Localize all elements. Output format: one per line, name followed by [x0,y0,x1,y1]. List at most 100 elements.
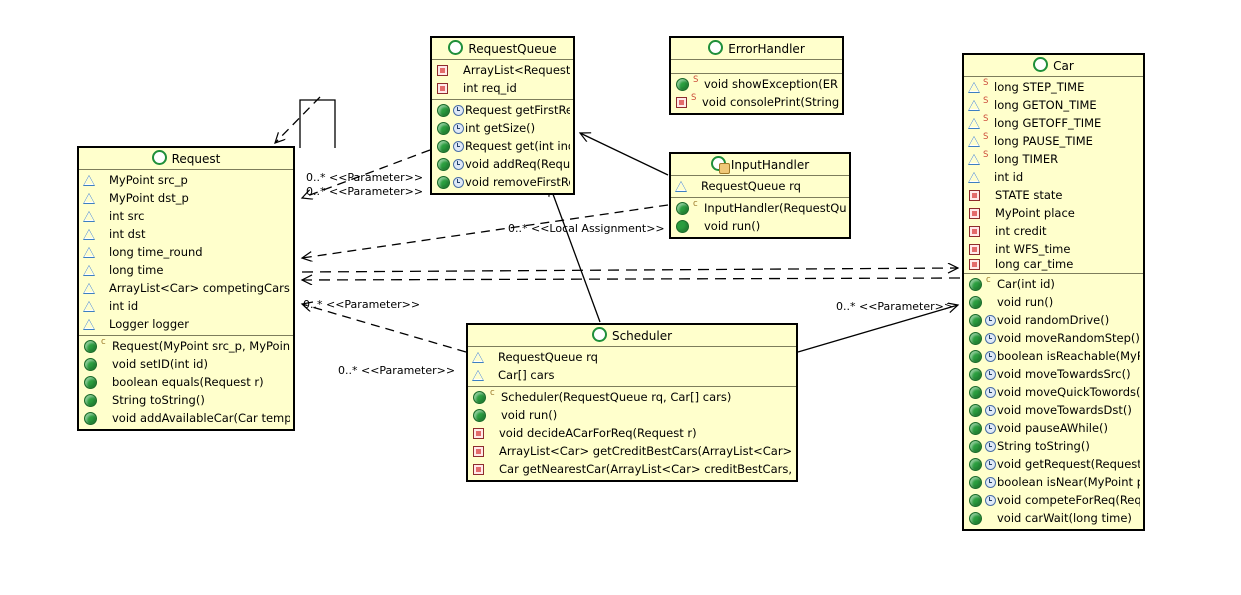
edge-label-parameter-3: 0..* <<Parameter>> [303,298,421,311]
attribute-row: long time [79,261,293,279]
edge-label-local-assignment: 0..* <<Local Assignment>> [508,222,665,235]
modifier-marker [97,281,108,295]
method-row: c InputHandler(RequestQueue rq) [671,199,849,217]
modifier-marker [487,462,498,476]
static-marker: S [983,132,989,142]
modifier-marker [983,188,994,202]
attributes-section: ArrayList<Request> q int req_id [432,60,573,100]
visibility-public-icon [437,121,450,135]
class-icon [1033,57,1049,72]
attributes-section: RequestQueue rq Car[] cars [468,347,796,387]
synchronized-clock-icon [985,331,996,345]
member-signature: void moveRandomStep() [997,331,1140,345]
member-signature: long time [109,263,164,277]
member-signature: void moveTowardsSrc() [997,367,1131,381]
method-row: void addReq(Request r) [432,155,573,173]
edge-request-to-car [301,268,958,272]
member-signature: Scheduler(RequestQueue rq, Car[] cars) [501,390,732,404]
modifier-marker [97,263,108,277]
attribute-row: RequestQueue rq [671,177,849,195]
visibility-protected-icon [968,135,980,147]
visibility-private-icon [969,225,980,237]
method-row: String toString() [964,437,1143,455]
member-signature: void competeForReq(Request r) [997,493,1140,507]
member-signature: int src [109,209,145,223]
member-signature: int WFS_time [995,242,1071,256]
visibility-private-icon [473,445,484,457]
class-name: InputHandler [730,158,810,172]
synchronized-clock-icon [985,421,996,435]
methods-section: c Scheduler(RequestQueue rq, Car[] cars)… [468,387,796,480]
modifier-marker [97,209,108,223]
class-box-input-handler[interactable]: InputHandler RequestQueue rq c InputHand… [669,152,851,239]
attribute-row: int req_id [432,79,573,97]
method-row: void moveRandomStep() [964,329,1143,347]
visibility-public-icon [969,295,982,309]
visibility-public-icon [969,457,982,471]
visibility-protected-icon [968,81,980,93]
member-signature: boolean isReachable(MyPoint p) [997,349,1140,363]
visibility-private-icon [969,189,980,201]
member-signature: Request get(int index) [465,139,570,153]
method-row: c Request(MyPoint src_p, MyPoint dst_p) [79,337,293,355]
visibility-public-icon [969,439,982,453]
member-signature: ArrayList<Request> q [463,63,570,77]
visibility-public-icon [969,331,982,345]
class-header-input-handler: InputHandler [671,154,849,176]
visibility-private-icon [969,207,980,219]
class-box-request-queue[interactable]: RequestQueue ArrayList<Request> q int re… [430,36,575,195]
member-signature: void run() [501,408,558,422]
modifier-marker [486,368,497,382]
member-signature: long time_round [109,245,203,259]
attribute-row: int credit [964,222,1143,240]
modifier-marker [982,170,993,184]
method-row: void moveTowardsSrc() [964,365,1143,383]
method-row: void run() [468,406,796,424]
attribute-row: int dst [79,225,293,243]
member-signature: void carWait(long time) [997,511,1132,525]
method-row: void carWait(long time) [964,509,1143,527]
method-row: void competeForReq(Request r) [964,491,1143,509]
modifier-marker [100,393,111,407]
visibility-public-icon [969,493,982,507]
methods-section: S void showException(ERROR e) S void con… [671,74,842,113]
member-signature: Logger logger [109,317,189,331]
synchronized-clock-icon [453,121,464,135]
attribute-row: Car[] cars [468,366,796,384]
class-box-car[interactable]: Car S long STEP_TIME S long GETON_TIME S… [962,53,1145,531]
method-row: void decideACarForReq(Request r) [468,424,796,442]
method-row: void run() [964,293,1143,311]
modifier-marker [689,179,700,193]
class-box-request[interactable]: Request MyPoint src_p MyPoint dst_p int … [77,146,295,431]
class-name: Scheduler [611,329,673,343]
modifier-marker [692,219,703,233]
synchronized-clock-icon [453,139,464,153]
edge-request-self-arrow [275,96,321,143]
synchronized-clock-icon [985,493,996,507]
member-signature: MyPoint src_p [109,173,188,187]
method-row: void removeFirstReq() [432,173,573,191]
visibility-public-icon [84,375,97,389]
visibility-public-icon [437,103,450,117]
visibility-protected-icon [83,282,95,294]
member-signature: int req_id [463,81,517,95]
member-signature: String toString() [997,439,1090,453]
member-signature: RequestQueue rq [498,350,598,364]
attribute-row: ArrayList<Request> q [432,61,573,79]
class-box-error-handler[interactable]: ErrorHandler S void showException(ERROR … [669,36,844,115]
method-row: void run() [671,217,849,235]
member-signature: int credit [995,224,1047,238]
visibility-protected-icon [968,117,980,129]
synchronized-clock-icon [985,349,996,363]
class-box-scheduler[interactable]: Scheduler RequestQueue rq Car[] cars c S… [466,323,798,482]
member-signature: Request(MyPoint src_p, MyPoint dst_p) [112,339,290,353]
attribute-row: S long GETOFF_TIME [964,114,1143,132]
member-signature: void pauseAWhile() [997,421,1109,435]
modifier-marker [97,317,108,331]
member-signature: void consolePrint(String s) [702,95,839,109]
member-signature: RequestQueue rq [701,179,801,193]
visibility-public-icon [969,385,982,399]
method-row: void getRequest(Request r) [964,455,1143,473]
member-signature: void getRequest(Request r) [997,457,1140,471]
visibility-public-icon [969,349,982,363]
